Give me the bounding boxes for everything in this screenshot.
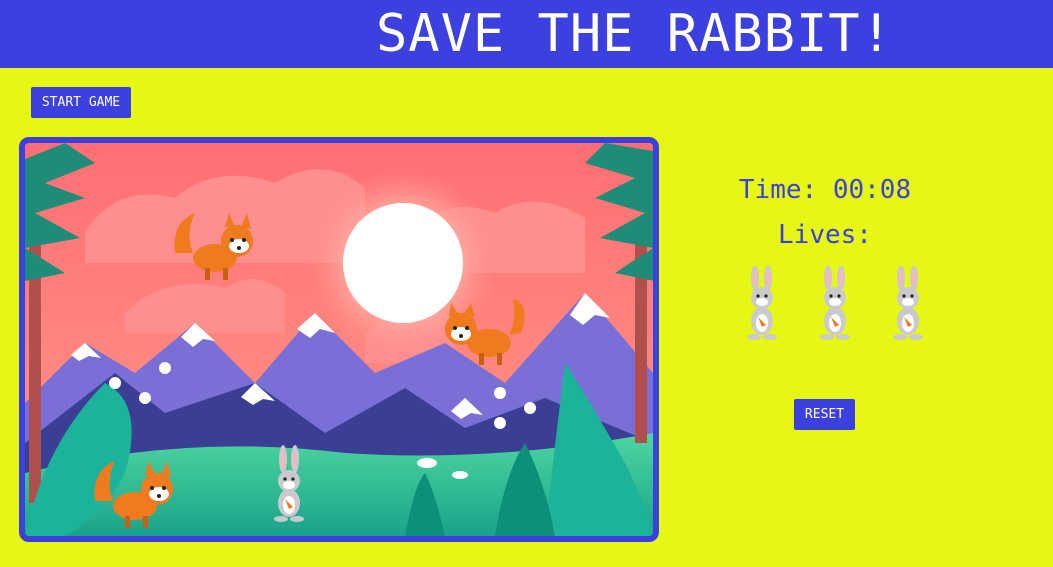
lives-label: Lives: (778, 220, 872, 250)
sun (343, 203, 463, 323)
game-board[interactable] (19, 137, 659, 542)
timer-display: Time: 00:08 (700, 175, 950, 205)
start-game-button[interactable]: START GAME (31, 87, 131, 118)
time-value: 00:08 (832, 175, 912, 205)
game-scene (25, 143, 653, 536)
life-rabbit-icon-3 (893, 266, 923, 340)
life-rabbit-icon-1 (747, 266, 777, 340)
life-rabbit-icon-2 (820, 266, 850, 340)
time-label: Time: (738, 175, 818, 205)
reset-button[interactable]: RESET (794, 399, 855, 430)
game-title: SAVE THE RABBIT! (376, 4, 893, 64)
header-bar: SAVE THE RABBIT! (0, 0, 1053, 68)
